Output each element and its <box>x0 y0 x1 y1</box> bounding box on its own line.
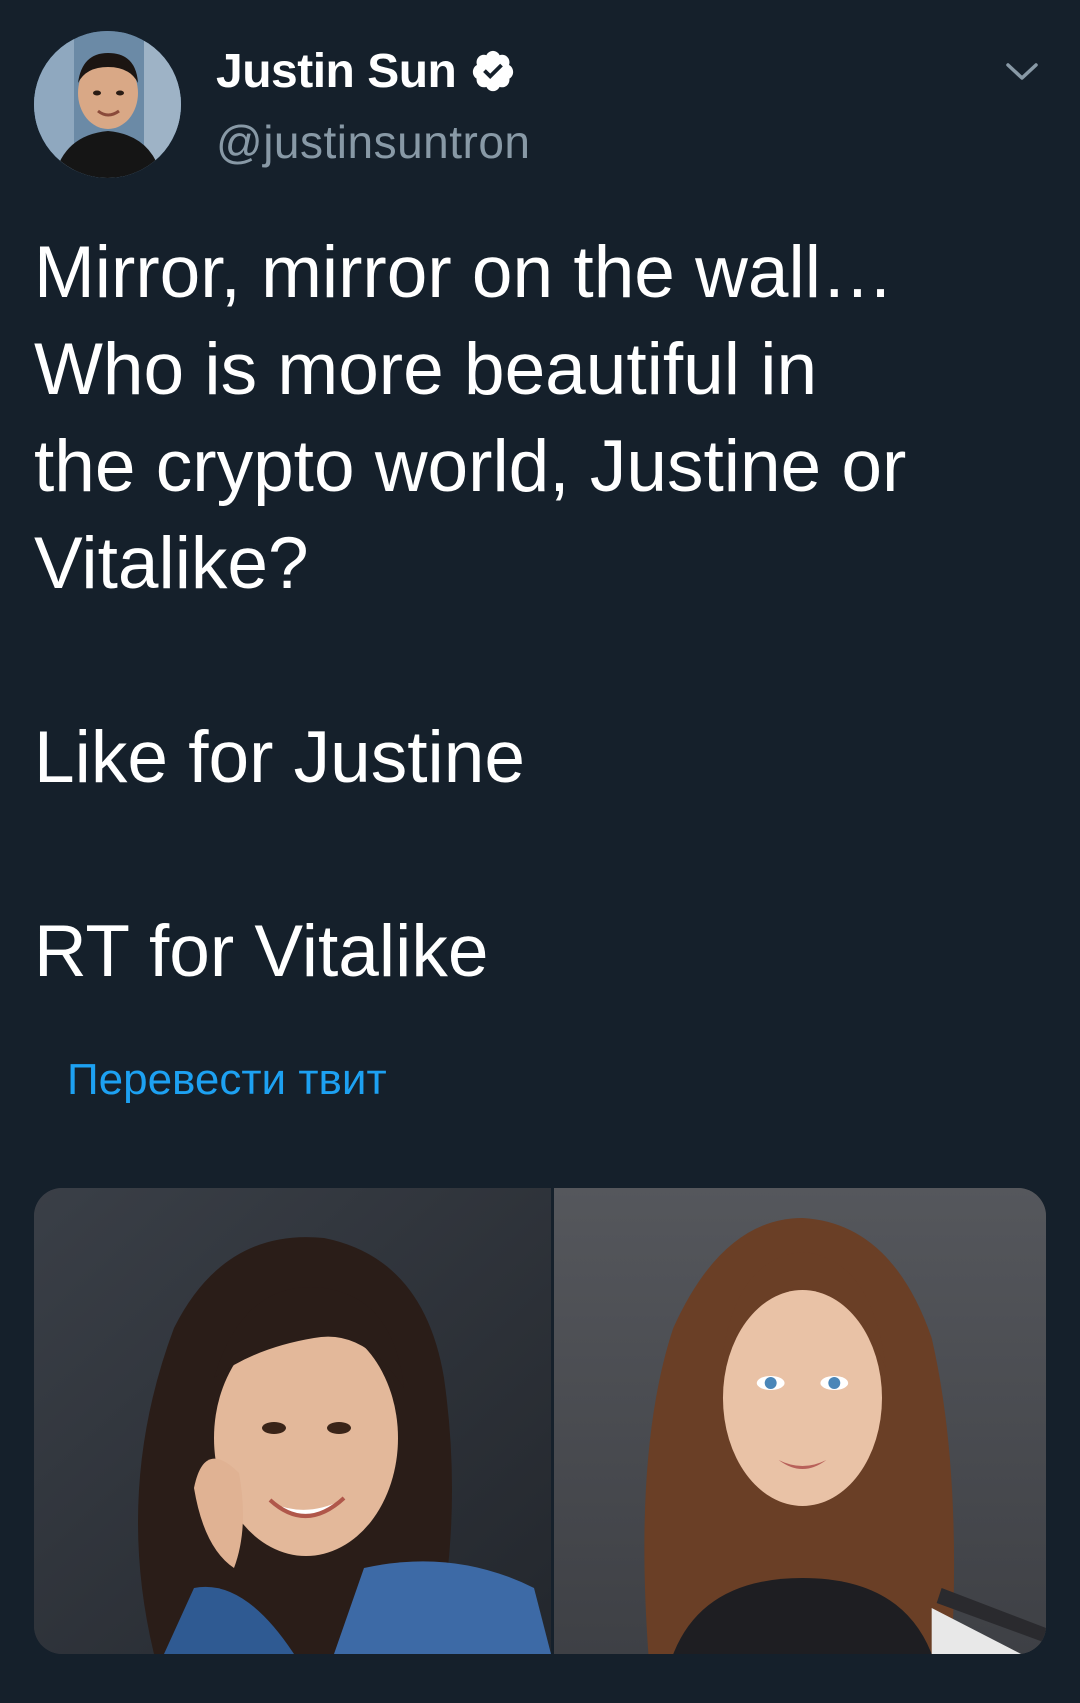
author-display-name[interactable]: Justin Sun <box>216 44 457 99</box>
translate-tweet-link[interactable]: Перевести твит <box>67 1055 387 1105</box>
tweet-line-rt: RT for Vitalike <box>34 911 489 992</box>
tweet-line: the crypto world, Justine or <box>34 426 907 507</box>
tweet-media-grid <box>34 1188 1046 1654</box>
author-avatar[interactable] <box>34 31 181 178</box>
tweet-card: Justin Sun @justinsuntron Mirror, mirror… <box>0 0 1080 1703</box>
tweet-body: Mirror, mirror on the wall… Who is more … <box>34 224 1044 1000</box>
media-photo-right[interactable] <box>551 1188 1046 1654</box>
woman-portrait-long-brown-hair-photo <box>554 1188 1046 1654</box>
profile-photo-icon <box>34 31 181 178</box>
tweet-line: Who is more beautiful in <box>34 329 818 410</box>
woman-portrait-dark-hair-photo <box>34 1188 551 1654</box>
author-handle[interactable]: @justinsuntron <box>216 115 531 169</box>
chevron-down-icon[interactable] <box>998 48 1046 96</box>
tweet-line-like: Like for Justine <box>34 717 525 798</box>
tweet-line: Vitalike? <box>34 523 309 604</box>
media-photo-left[interactable] <box>34 1188 551 1654</box>
author-name-row: Justin Sun <box>216 42 516 100</box>
verified-badge-icon <box>470 48 516 94</box>
tweet-line: Mirror, mirror on the wall… <box>34 232 894 313</box>
